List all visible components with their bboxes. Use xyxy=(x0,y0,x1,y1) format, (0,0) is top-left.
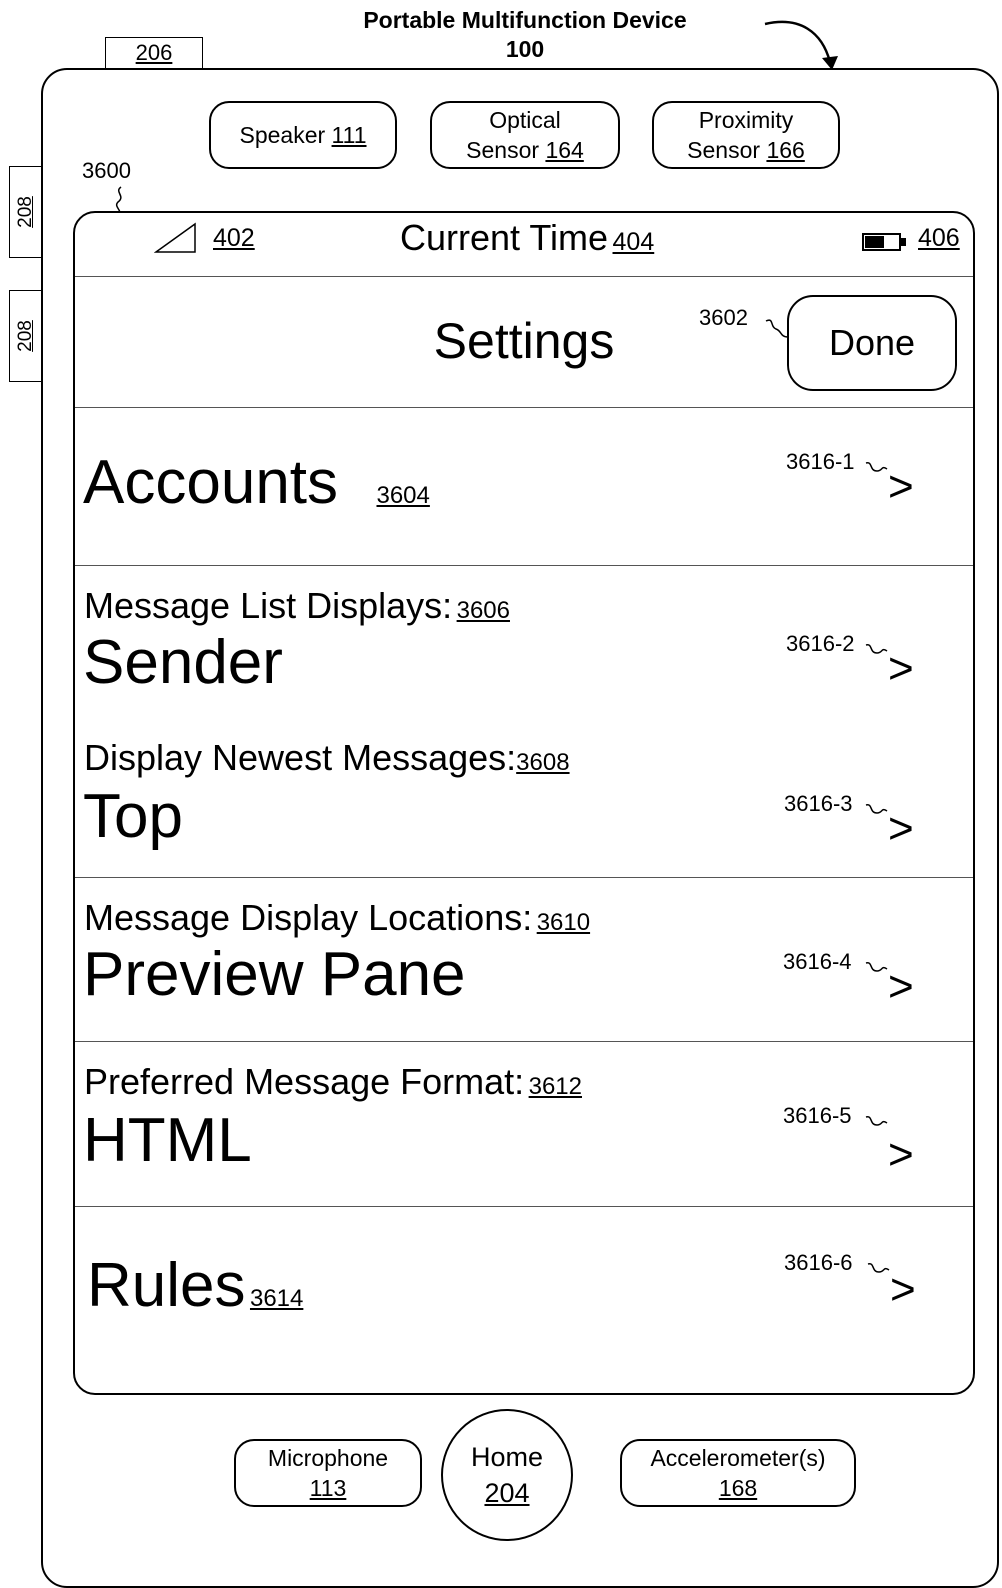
message-format-heading: Preferred Message Format: 3612 xyxy=(84,1061,582,1103)
display-locations-heading: Message Display Locations: 3610 xyxy=(84,897,590,939)
message-format-chevron-ref: 3616-5 xyxy=(783,1103,852,1128)
message-list-row[interactable]: Message List Displays: 3606 Sender 3616-… xyxy=(75,567,973,723)
figure-title: Portable Multifunction Device 100 xyxy=(300,6,750,64)
message-list-chevron-leader-icon xyxy=(865,644,888,654)
newest-messages-chevron-leader-icon xyxy=(865,804,888,814)
rules-ref: 3614 xyxy=(249,1285,304,1312)
current-time: Current Time 404 xyxy=(400,217,654,259)
display-locations-chevron-ref: 3616-4 xyxy=(783,949,852,974)
current-time-ref: 404 xyxy=(612,228,655,256)
home-label: Home xyxy=(470,1442,544,1472)
newest-messages-row[interactable]: Display Newest Messages:3608 Top 3616-3 … xyxy=(75,723,973,877)
accounts-chevron-leader-icon xyxy=(865,462,888,472)
message-list-ref: 3606 xyxy=(456,597,510,624)
accelerometer-label: Accelerometer(s) xyxy=(650,1445,826,1471)
optical-sensor: Optical Sensor 164 xyxy=(430,101,620,169)
speaker-label: Speaker xyxy=(239,122,326,148)
newest-messages-label: Display Newest Messages: xyxy=(84,737,517,778)
rules-chevron-icon[interactable]: > xyxy=(890,1268,916,1312)
side-button-lower[interactable]: 208 xyxy=(9,290,42,382)
screen-ref: 3600 xyxy=(82,158,131,183)
newest-messages-chevron-icon[interactable]: > xyxy=(888,807,914,851)
display-locations-value: Preview Pane xyxy=(83,940,466,1009)
done-button[interactable]: Done xyxy=(787,295,957,391)
figure-title-line2: 100 xyxy=(505,36,545,62)
newest-messages-ref: 3608 xyxy=(516,749,570,776)
accelerometer-ref: 168 xyxy=(718,1475,758,1501)
touch-screen: 402 Current Time 404 406 Settings 3602 D… xyxy=(73,211,975,1395)
proximity-sensor-line2: Sensor xyxy=(687,137,761,163)
device-pointer-arrow-icon xyxy=(764,20,838,70)
accounts-text: Accounts 3604 xyxy=(83,447,430,518)
accounts-row[interactable]: Accounts 3604 3616-1 > xyxy=(75,409,973,565)
message-format-divider xyxy=(75,1206,973,1207)
message-list-label: Message List Displays: xyxy=(84,585,453,626)
accounts-label: Accounts xyxy=(83,448,339,517)
accounts-ref: 3604 xyxy=(376,482,430,509)
optical-sensor-line2: Sensor xyxy=(466,137,540,163)
display-locations-chevron-leader-icon xyxy=(865,962,888,972)
optical-sensor-ref: 164 xyxy=(545,137,584,163)
message-list-heading: Message List Displays: 3606 xyxy=(84,585,510,627)
status-bar-divider xyxy=(75,276,973,277)
display-locations-divider xyxy=(75,1041,973,1042)
home-button[interactable]: Home 204 xyxy=(441,1409,573,1541)
display-locations-row[interactable]: Message Display Locations: 3610 Preview … xyxy=(75,879,973,1041)
current-time-label: Current Time xyxy=(400,217,609,258)
figure-title-line1: Portable Multifunction Device xyxy=(363,7,687,33)
accounts-divider xyxy=(75,565,973,566)
display-locations-label: Message Display Locations: xyxy=(84,897,533,938)
rules-chevron-ref: 3616-6 xyxy=(784,1250,853,1275)
home-ref: 204 xyxy=(484,1478,530,1508)
display-locations-ref: 3610 xyxy=(536,909,591,936)
accelerometer: Accelerometer(s) 168 xyxy=(620,1439,856,1507)
proximity-sensor-line1: Proximity xyxy=(698,107,794,133)
battery-ref: 406 xyxy=(918,224,960,252)
accounts-chevron-icon[interactable]: > xyxy=(888,465,914,509)
message-format-chevron-leader-icon xyxy=(865,1116,888,1126)
message-list-chevron-ref: 3616-2 xyxy=(786,631,855,656)
proximity-sensor-ref: 166 xyxy=(766,137,805,163)
message-list-value: Sender xyxy=(83,628,283,697)
newest-messages-chevron-ref: 3616-3 xyxy=(784,791,853,816)
side-button-upper[interactable]: 208 xyxy=(9,166,42,258)
done-button-ref: 3602 xyxy=(699,305,748,330)
microphone-label: Microphone xyxy=(267,1445,389,1471)
accounts-chevron-ref: 3616-1 xyxy=(786,449,855,474)
message-format-ref: 3612 xyxy=(528,1073,582,1100)
display-locations-chevron-icon[interactable]: > xyxy=(888,965,914,1009)
battery-icon xyxy=(862,233,906,251)
frame-ref-tab: 206 xyxy=(105,37,203,70)
message-list-chevron-icon[interactable]: > xyxy=(888,647,914,691)
speaker: Speaker 111 xyxy=(209,101,397,169)
side-button-lower-ref: 208 xyxy=(15,320,36,352)
newest-messages-value: Top xyxy=(83,782,183,851)
rules-text: Rules 3614 xyxy=(87,1250,303,1321)
message-format-label: Preferred Message Format: xyxy=(84,1061,525,1102)
rules-label: Rules xyxy=(87,1251,246,1320)
screen-ref-leader-icon xyxy=(115,186,122,214)
newest-messages-heading: Display Newest Messages:3608 xyxy=(84,737,570,779)
speaker-ref: 111 xyxy=(331,122,367,148)
nav-bar-divider xyxy=(75,407,973,408)
message-format-value: HTML xyxy=(83,1106,252,1175)
optical-sensor-line1: Optical xyxy=(489,107,561,133)
proximity-sensor: Proximity Sensor 166 xyxy=(652,101,840,169)
signal-ref: 402 xyxy=(213,224,255,252)
message-format-row[interactable]: Preferred Message Format: 3612 HTML 3616… xyxy=(75,1043,973,1206)
message-format-chevron-icon[interactable]: > xyxy=(888,1133,914,1177)
rules-row[interactable]: Rules 3614 3616-6 > xyxy=(75,1208,973,1368)
newest-messages-divider xyxy=(75,877,973,878)
side-button-upper-ref: 208 xyxy=(15,196,36,228)
signal-strength-icon xyxy=(154,222,196,253)
rules-chevron-leader-icon xyxy=(867,1263,890,1273)
microphone-ref: 113 xyxy=(309,1475,347,1501)
microphone: Microphone 113 xyxy=(234,1439,422,1507)
